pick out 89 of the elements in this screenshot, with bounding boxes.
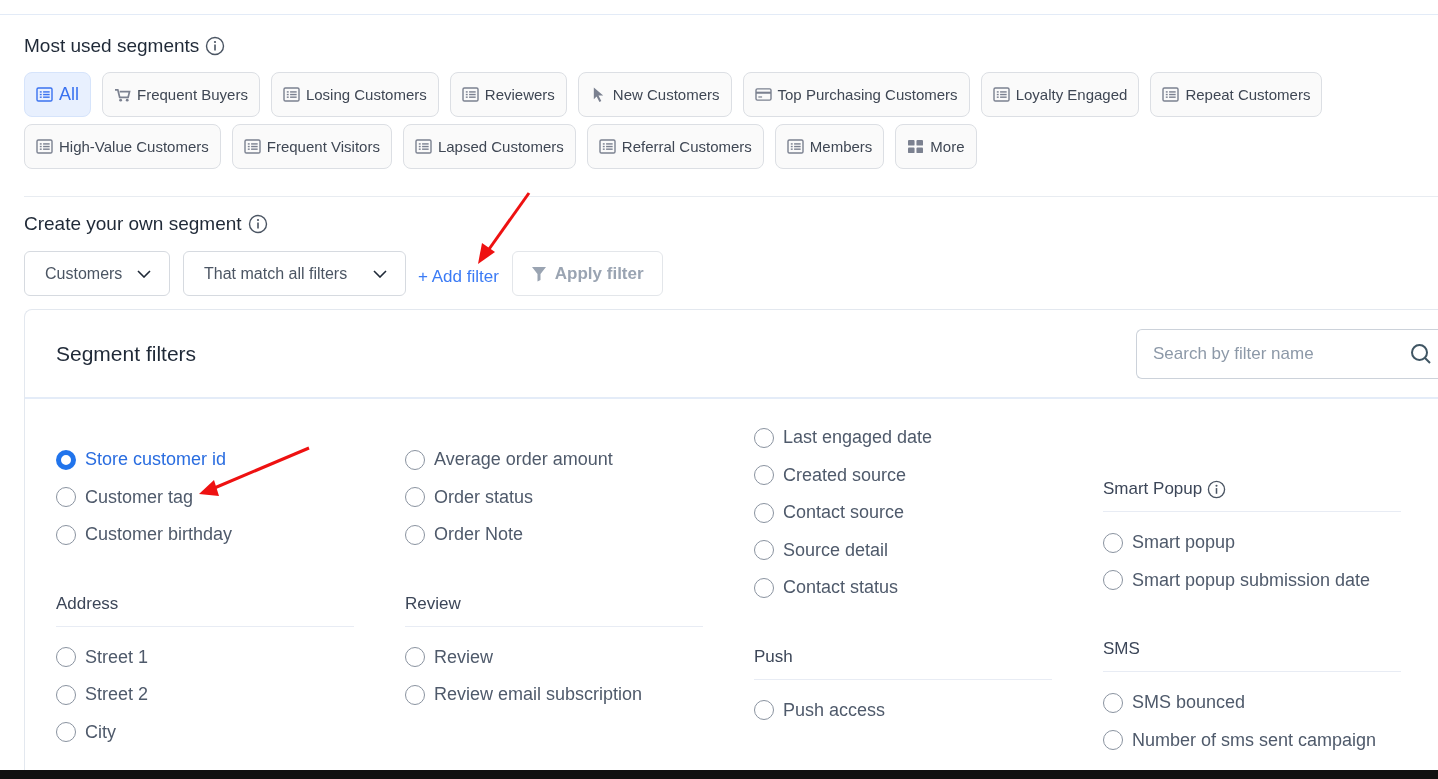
- segment-chip[interactable]: Loyalty Engaged: [980, 72, 1140, 117]
- option-label: Number of sms sent campaign: [1132, 729, 1377, 751]
- segment-chip[interactable]: More: [895, 124, 977, 169]
- add-filter-link[interactable]: + Add filter: [418, 266, 499, 287]
- option-label: Created source: [783, 464, 907, 486]
- list-icon: [282, 87, 300, 102]
- customers-dropdown[interactable]: Customers: [24, 251, 170, 296]
- radio-button[interactable]: [1103, 692, 1123, 713]
- option-label: City: [85, 721, 116, 743]
- info-icon[interactable]: [205, 36, 226, 56]
- radio-button[interactable]: [405, 449, 425, 470]
- option-label: Street 2: [85, 684, 149, 706]
- list-icon: [1162, 87, 1180, 102]
- option-label: Order Note: [434, 524, 524, 546]
- section-title: Most used segments: [24, 35, 200, 57]
- option-label: Smart popup submission date: [1132, 569, 1371, 591]
- list-icon: [786, 139, 804, 154]
- group-title: Push: [754, 646, 793, 667]
- list-icon: [36, 87, 53, 102]
- radio-button[interactable]: [754, 465, 774, 486]
- list-icon: [598, 139, 616, 154]
- radio-button[interactable]: [56, 684, 76, 705]
- filter-icon: [530, 265, 547, 282]
- radio-button[interactable]: [1103, 532, 1123, 553]
- option-label: Average order amount: [434, 449, 613, 471]
- list-icon: [414, 139, 432, 154]
- segment-chip[interactable]: Top Purchasing Customers: [742, 72, 970, 117]
- group-title: Address: [56, 593, 119, 614]
- annotation-arrow: [478, 192, 531, 264]
- radio-button[interactable]: [56, 647, 76, 668]
- section-title: Create your own segment: [24, 213, 242, 235]
- group-title: Review: [405, 593, 461, 614]
- radio-button[interactable]: [754, 700, 774, 721]
- radio-button[interactable]: [405, 487, 425, 508]
- option-label: Customer tag: [85, 486, 194, 508]
- option-label: Contact status: [783, 577, 899, 599]
- list-icon: [461, 87, 479, 102]
- list-icon: [36, 139, 53, 154]
- match-dropdown[interactable]: That match all filters: [183, 251, 406, 296]
- radio-button[interactable]: [405, 647, 425, 668]
- radio-button[interactable]: [1103, 570, 1123, 591]
- option-label: Last engaged date: [783, 427, 933, 449]
- search-field[interactable]: Search by filter name: [1136, 328, 1438, 379]
- option-label: Order status: [434, 486, 534, 508]
- info-icon[interactable]: [247, 214, 268, 234]
- option-label: Source detail: [783, 539, 889, 561]
- list-icon: [243, 139, 261, 154]
- search-icon: [1410, 342, 1432, 365]
- segment-chip[interactable]: Frequent Visitors: [231, 124, 392, 169]
- radio-button[interactable]: [56, 524, 76, 545]
- option-label: Smart popup: [1132, 532, 1236, 554]
- segment-chip[interactable]: All: [24, 72, 91, 117]
- segment-chip[interactable]: Frequent Buyers: [102, 72, 260, 117]
- chevron-icon: [137, 269, 151, 278]
- info-icon[interactable]: [1207, 479, 1227, 499]
- cart-icon: [114, 87, 131, 102]
- segment-chip[interactable]: Members: [774, 124, 885, 169]
- option-label: Store customer id: [85, 449, 227, 471]
- list-icon: [992, 87, 1010, 102]
- chevron-icon: [373, 269, 387, 278]
- radio-button[interactable]: [56, 449, 76, 470]
- radio-button[interactable]: [405, 684, 425, 705]
- option-label: Review email subscription: [434, 684, 643, 706]
- segment-chip[interactable]: Referral Customers: [586, 124, 764, 169]
- radio-button[interactable]: [754, 502, 774, 523]
- option-label: SMS bounced: [1132, 692, 1246, 714]
- option-label: Street 1: [85, 646, 149, 668]
- radio-button[interactable]: [56, 487, 76, 508]
- credit-card-icon: [754, 87, 772, 102]
- group-title: SMS: [1103, 639, 1140, 659]
- panel-title: Segment filters: [56, 341, 197, 366]
- group-title: Smart Popup: [1103, 479, 1203, 499]
- segment-chip[interactable]: High-Value Customers: [24, 124, 221, 169]
- option-label: Review: [434, 646, 494, 668]
- radio-button[interactable]: [754, 540, 774, 561]
- radio-button[interactable]: [754, 577, 774, 598]
- segment-chip[interactable]: New Customers: [577, 72, 732, 117]
- grid-icon: [907, 139, 925, 154]
- radio-button[interactable]: [1103, 730, 1123, 751]
- option-label: Push access: [783, 699, 886, 721]
- segment-chip[interactable]: Repeat Customers: [1150, 72, 1323, 117]
- option-label: Contact source: [783, 502, 905, 524]
- segment-chip[interactable]: Reviewers: [449, 72, 567, 117]
- option-label: Customer birthday: [85, 524, 233, 546]
- segment-chip[interactable]: Losing Customers: [270, 72, 439, 117]
- radio-button[interactable]: [56, 722, 76, 743]
- radio-button[interactable]: [405, 524, 425, 545]
- radio-button[interactable]: [754, 427, 774, 448]
- segment-chip[interactable]: Lapsed Customers: [402, 124, 576, 169]
